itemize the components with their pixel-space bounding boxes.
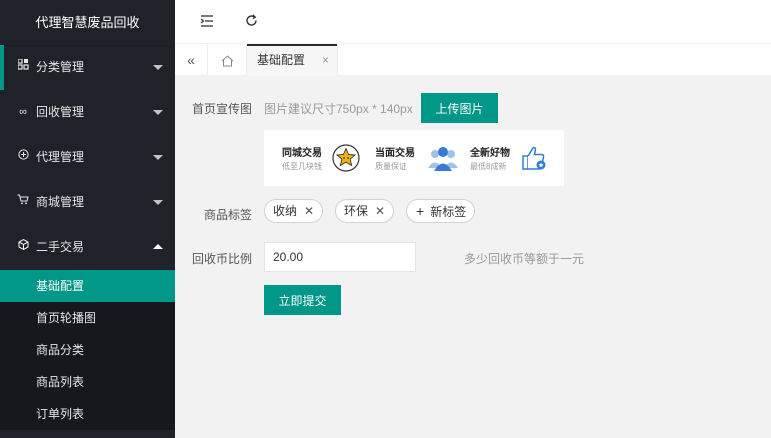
- tag-chip-label: 收纳: [273, 204, 298, 218]
- sidebar-submenu: 基础配置 首页轮播图 商品分类 商品列表 订单列表: [0, 270, 175, 430]
- banner-preview-image: 同城交易 低至几块钱 当面交易 质量保证 全新好物 最低8成新: [264, 130, 564, 186]
- plus-icon: +: [416, 203, 425, 219]
- banner-label: 首页宣传图: [191, 102, 252, 116]
- submenu-item-goods-category[interactable]: 商品分类: [0, 334, 175, 366]
- indent-icon[interactable]: [198, 13, 216, 31]
- close-icon[interactable]: ✕: [375, 204, 385, 218]
- sidebar-item-recycle[interactable]: ∞ 回收管理: [0, 90, 175, 135]
- banner-feature-facetoface: 当面交易 质量保证: [375, 130, 470, 186]
- sidebar-item-label: 二手交易: [36, 240, 85, 254]
- new-tag-button[interactable]: + 新标签: [406, 199, 476, 223]
- sidebar-item-secondhand[interactable]: 二手交易: [0, 225, 175, 270]
- new-tag-label: 新标签: [430, 205, 467, 219]
- ratio-hint: 多少回收币等额于一元: [464, 252, 585, 266]
- grid-icon: [16, 45, 30, 90]
- banner-feature-local: 同城交易 低至几块钱: [282, 130, 372, 186]
- close-icon[interactable]: ×: [322, 44, 329, 76]
- app-logo-title: 代理智慧废品回收: [0, 0, 175, 45]
- tab-label: 基础配置: [257, 53, 306, 67]
- infinity-icon: ∞: [19, 106, 27, 118]
- banner-feature-sub: 最低8成新: [470, 162, 507, 171]
- tab-basic-config[interactable]: 基础配置 ×: [247, 44, 338, 76]
- tag-chip[interactable]: 收纳 ✕: [264, 199, 324, 223]
- banner-feature-sub: 低至几块钱: [282, 162, 322, 171]
- submenu-item-order-list[interactable]: 订单列表: [0, 398, 175, 430]
- home-icon[interactable]: [208, 44, 247, 76]
- banner-feature-title: 同城交易: [282, 148, 322, 159]
- ratio-label: 回收币比例: [191, 252, 252, 266]
- ratio-input[interactable]: [264, 242, 416, 272]
- chevron-down-icon: [153, 155, 163, 160]
- chevron-up-icon: [153, 244, 163, 249]
- sidebar-item-label: 商城管理: [36, 195, 85, 209]
- double-chevron-left-icon[interactable]: «: [175, 44, 208, 76]
- people-icon: [427, 144, 459, 172]
- sidebar: 代理智慧废品回收 分类管理 ∞ 回收管理 代理管理 商城管理 二手交易 基础配置…: [0, 0, 175, 438]
- sidebar-item-label: 分类管理: [36, 60, 85, 74]
- tags-label: 商品标签: [203, 208, 252, 222]
- sidebar-item-label: 代理管理: [36, 150, 85, 164]
- banner-feature-title: 全新好物: [470, 148, 510, 159]
- close-icon[interactable]: ✕: [304, 204, 314, 218]
- sidebar-item-agent[interactable]: 代理管理: [0, 135, 175, 180]
- tag-chip[interactable]: 环保 ✕: [335, 199, 395, 223]
- star-badge-icon: [332, 144, 360, 172]
- sidebar-item-label: 回收管理: [36, 105, 85, 119]
- refresh-icon[interactable]: [242, 13, 260, 31]
- plus-circle-icon: [16, 135, 30, 180]
- banner-size-hint: 图片建议尺寸750px * 140px: [264, 102, 413, 116]
- tag-chip-label: 环保: [344, 204, 369, 218]
- banner-feature-title: 当面交易: [375, 148, 415, 159]
- upload-image-button[interactable]: 上传图片: [421, 93, 498, 123]
- submenu-item-carousel[interactable]: 首页轮播图: [0, 302, 175, 334]
- submenu-item-basic-config[interactable]: 基础配置: [0, 270, 175, 302]
- submit-button[interactable]: 立即提交: [264, 285, 341, 315]
- submenu-item-goods-list[interactable]: 商品列表: [0, 366, 175, 398]
- main-content: 首页宣传图 图片建议尺寸750px * 140px 上传图片 同城交易 低至几块…: [175, 76, 771, 438]
- banner-feature-new: 全新好物 最低8成新: [470, 130, 560, 186]
- top-header: [175, 0, 771, 44]
- sidebar-item-mall[interactable]: 商城管理: [0, 180, 175, 225]
- cube-icon: [16, 225, 30, 270]
- chevron-down-icon: [153, 65, 163, 70]
- sidebar-item-category[interactable]: 分类管理: [0, 45, 175, 90]
- chevron-down-icon: [153, 110, 163, 115]
- cart-icon: [16, 180, 30, 225]
- banner-feature-sub: 质量保证: [375, 162, 407, 171]
- chevron-down-icon: [153, 200, 163, 205]
- active-indicator: [0, 45, 4, 90]
- thumbs-up-icon: [520, 144, 548, 172]
- tab-bar: « 基础配置 ×: [175, 44, 771, 76]
